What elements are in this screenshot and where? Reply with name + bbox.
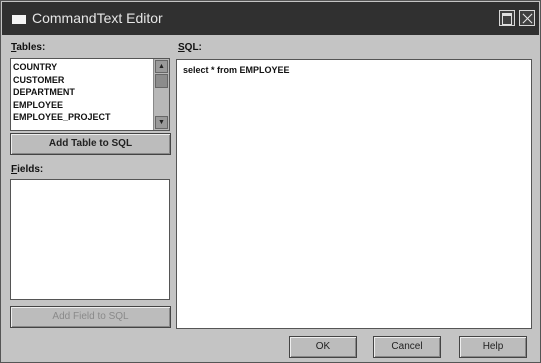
table-list-item[interactable]: EMPLOYEE_PROJECT	[13, 111, 169, 124]
add-table-to-sql-button[interactable]: Add Table to SQL	[10, 133, 171, 155]
tables-listbox[interactable]: COUNTRY CUSTOMER DEPARTMENT EMPLOYEE EMPLOYE…	[10, 58, 170, 131]
scroll-down-icon[interactable]: ▼	[155, 116, 168, 129]
close-icon[interactable]	[519, 10, 535, 26]
ok-button[interactable]: OK	[289, 336, 357, 358]
add-field-to-sql-button[interactable]: Add Field to SQL	[10, 306, 171, 328]
tables-label: Tables:	[11, 42, 46, 53]
window-title: CommandText Editor	[32, 10, 163, 26]
table-list-item[interactable]: EMPLOYEE	[13, 99, 169, 112]
scroll-up-icon[interactable]: ▲	[155, 60, 168, 73]
maximize-icon[interactable]	[499, 10, 515, 26]
fields-label: Fields:	[11, 164, 44, 175]
tables-list: COUNTRY CUSTOMER DEPARTMENT EMPLOYEE EMPLOYE…	[11, 59, 169, 124]
sql-editor[interactable]: select * from EMPLOYEE	[176, 59, 532, 329]
table-list-item[interactable]: CUSTOMER	[13, 74, 169, 87]
help-button[interactable]: Help	[459, 336, 527, 358]
sql-label: SQL:	[178, 42, 202, 53]
fields-listbox[interactable]	[10, 179, 170, 300]
tables-scrollbar[interactable]: ▲ ▼	[153, 59, 169, 130]
cancel-button[interactable]: Cancel	[373, 336, 441, 358]
table-list-item[interactable]: COUNTRY	[13, 61, 169, 74]
commandtext-editor-window: CommandText Editor Tables: COUNTRY CUSTOM…	[0, 0, 541, 363]
title-bar[interactable]: CommandText Editor	[2, 2, 539, 35]
table-list-item[interactable]: DEPARTMENT	[13, 86, 169, 99]
window-icon	[12, 15, 26, 24]
scroll-thumb[interactable]	[155, 74, 168, 88]
